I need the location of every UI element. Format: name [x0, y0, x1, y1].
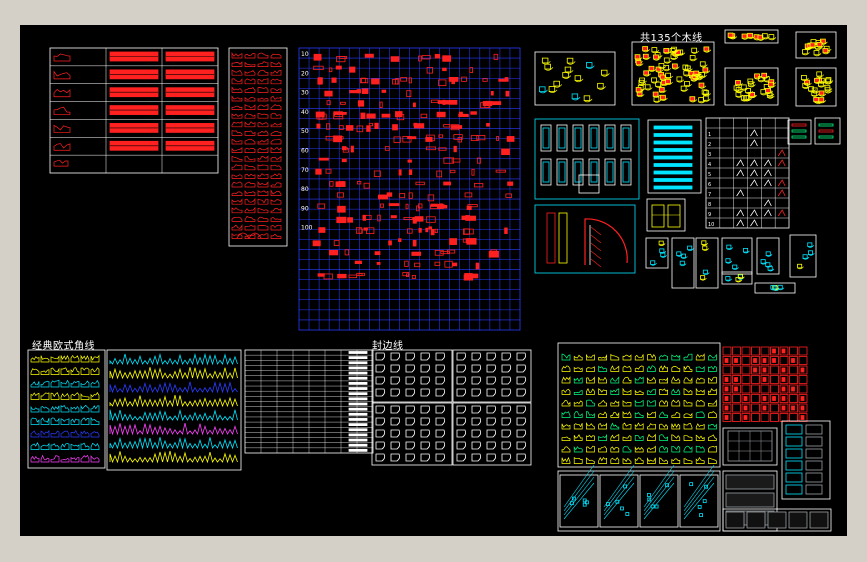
ruler-number: 20: [301, 70, 309, 77]
panel-cyan-diagonal-details: [557, 464, 721, 532]
label-european-corner: 经典欧式角线: [32, 341, 95, 352]
label-moulding-count: 共135个木线: [640, 33, 703, 44]
panel-red-tile-grid: [722, 346, 808, 422]
panel-long-profile-strips: [106, 349, 242, 471]
panel-yellow-frame-elevations: [646, 198, 686, 232]
table-index: 10: [708, 222, 714, 228]
cad-model-space[interactable]: 10 20 30 40 50 60 70 80 90 100 1 2 3 4 5 6 7 8 9 10: [20, 25, 847, 536]
table-index: 7: [708, 192, 711, 198]
cad-drawing-canvas[interactable]: 10 20 30 40 50 60 70 80 90 100 1 2 3 4 5 6 7 8 9 10 共135个木线…: [20, 25, 847, 536]
table-index: 4: [708, 162, 711, 168]
label-edge-banding: 封边线: [372, 341, 404, 352]
panel-red-profile-column: [228, 47, 288, 247]
panel-edge-banding-profiles: [371, 349, 532, 466]
ruler-number: 70: [301, 167, 309, 174]
table-index: 1: [708, 132, 711, 138]
panel-edge-banding-list: [244, 349, 374, 454]
panel-red-moulding-table: [49, 47, 219, 174]
panel-dark-cabinet-panels: [722, 470, 832, 532]
table-index: 9: [708, 212, 711, 218]
ruler-number: 100: [301, 225, 313, 232]
ruler-number: 60: [301, 148, 309, 155]
table-index: 3: [708, 152, 711, 158]
ruler-number: 90: [301, 205, 309, 212]
table-index: 6: [708, 182, 711, 188]
panel-cyan-scattered-details: [645, 234, 817, 294]
ruler-number: 80: [301, 186, 309, 193]
ruler-number: 50: [301, 128, 309, 135]
panel-cyan-detail-sheet: [534, 51, 616, 106]
ruler-number: 40: [301, 109, 309, 116]
panel-european-corner-lines: [27, 349, 106, 469]
panel-numbered-profile-table: 1 2 3 4 5 6 7 8 9 10: [705, 117, 841, 229]
panel-blue-curved-section: [534, 204, 636, 274]
table-index: 5: [708, 172, 711, 178]
panel-cyan-door-elevations: [534, 118, 640, 200]
table-index: 2: [708, 142, 711, 148]
panel-yellow-moulding-catalog: [557, 342, 721, 468]
panel-stripe-table: [647, 119, 702, 194]
table-index: 8: [708, 202, 711, 208]
ruler-number: 10: [301, 51, 309, 58]
panel-blue-section-grid: 10 20 30 40 50 60 70 80 90 100: [298, 47, 521, 331]
ruler-number: 30: [301, 90, 309, 97]
